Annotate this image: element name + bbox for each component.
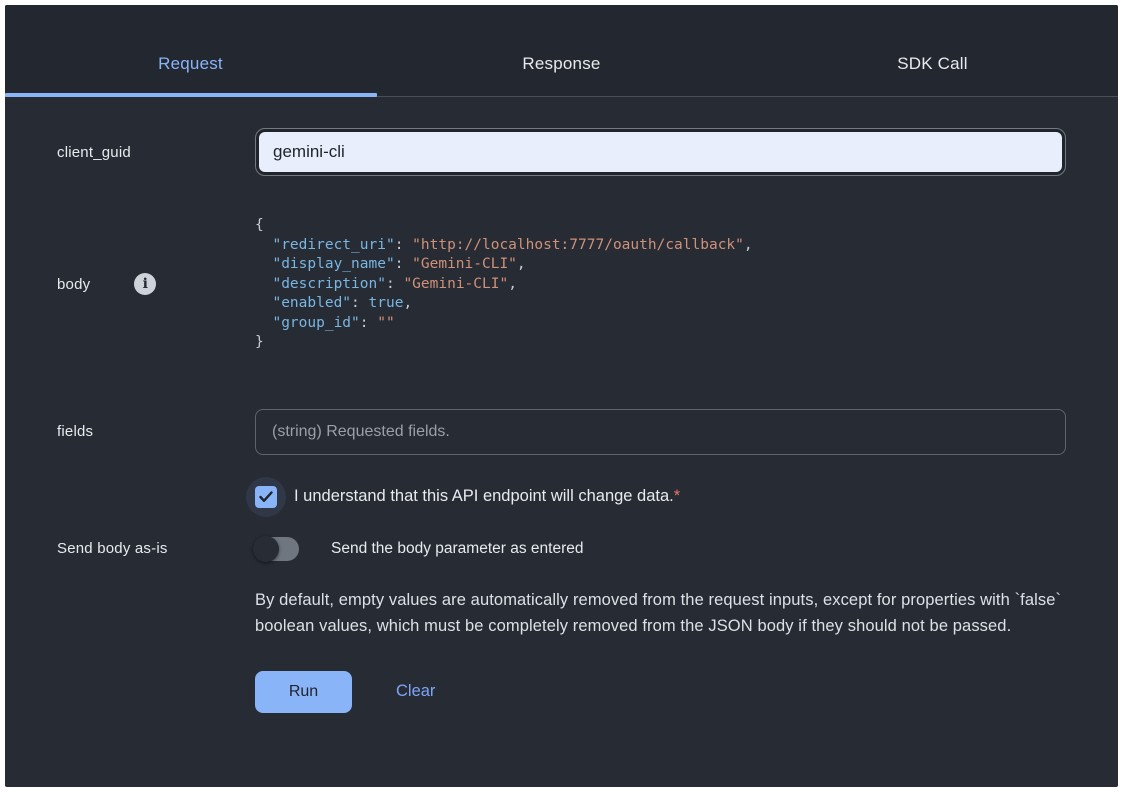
body-label: body bbox=[57, 276, 90, 293]
confirm-row: I understand that this API endpoint will… bbox=[57, 477, 1066, 517]
toggle-thumb bbox=[253, 536, 279, 562]
active-tab-indicator bbox=[5, 93, 377, 97]
fields-row: fields bbox=[57, 409, 1066, 455]
tab-sdk-call[interactable]: SDK Call bbox=[747, 31, 1118, 96]
checkmark-icon bbox=[259, 491, 273, 503]
fields-input[interactable] bbox=[255, 409, 1066, 455]
client-guid-input[interactable] bbox=[259, 132, 1062, 172]
request-form: client_guid body i { "redirect_uri": "ht… bbox=[5, 128, 1118, 713]
send-body-label: Send body as-is bbox=[57, 540, 255, 557]
send-body-caption: Send the body parameter as entered bbox=[331, 540, 583, 558]
confirm-checkbox[interactable] bbox=[246, 477, 286, 517]
tab-request[interactable]: Request bbox=[5, 31, 376, 96]
api-explorer-panel: Request Response SDK Call client_guid bo… bbox=[5, 5, 1118, 787]
clear-button[interactable]: Clear bbox=[396, 682, 435, 701]
send-body-toggle[interactable] bbox=[255, 537, 299, 561]
client-guid-focus-ring bbox=[255, 128, 1066, 176]
tab-response[interactable]: Response bbox=[376, 31, 747, 96]
client-guid-row: client_guid bbox=[57, 128, 1066, 176]
body-code[interactable]: { "redirect_uri": "http://localhost:7777… bbox=[255, 200, 1066, 369]
confirm-label: I understand that this API endpoint will… bbox=[294, 487, 674, 506]
empty-values-note: By default, empty values are automatical… bbox=[255, 587, 1066, 639]
action-bar: Run Clear bbox=[255, 671, 1066, 713]
fields-label: fields bbox=[57, 423, 255, 440]
client-guid-label: client_guid bbox=[57, 144, 255, 161]
required-asterisk: * bbox=[674, 487, 680, 506]
info-icon[interactable]: i bbox=[134, 273, 156, 295]
run-button[interactable]: Run bbox=[255, 671, 352, 713]
page: Request Response SDK Call client_guid bo… bbox=[0, 0, 1123, 792]
checkbox-checked-icon bbox=[255, 486, 277, 508]
send-body-row: Send body as-is Send the body parameter … bbox=[57, 537, 1066, 561]
body-row: body i { "redirect_uri": "http://localho… bbox=[57, 200, 1066, 369]
tab-bar: Request Response SDK Call bbox=[5, 5, 1118, 97]
